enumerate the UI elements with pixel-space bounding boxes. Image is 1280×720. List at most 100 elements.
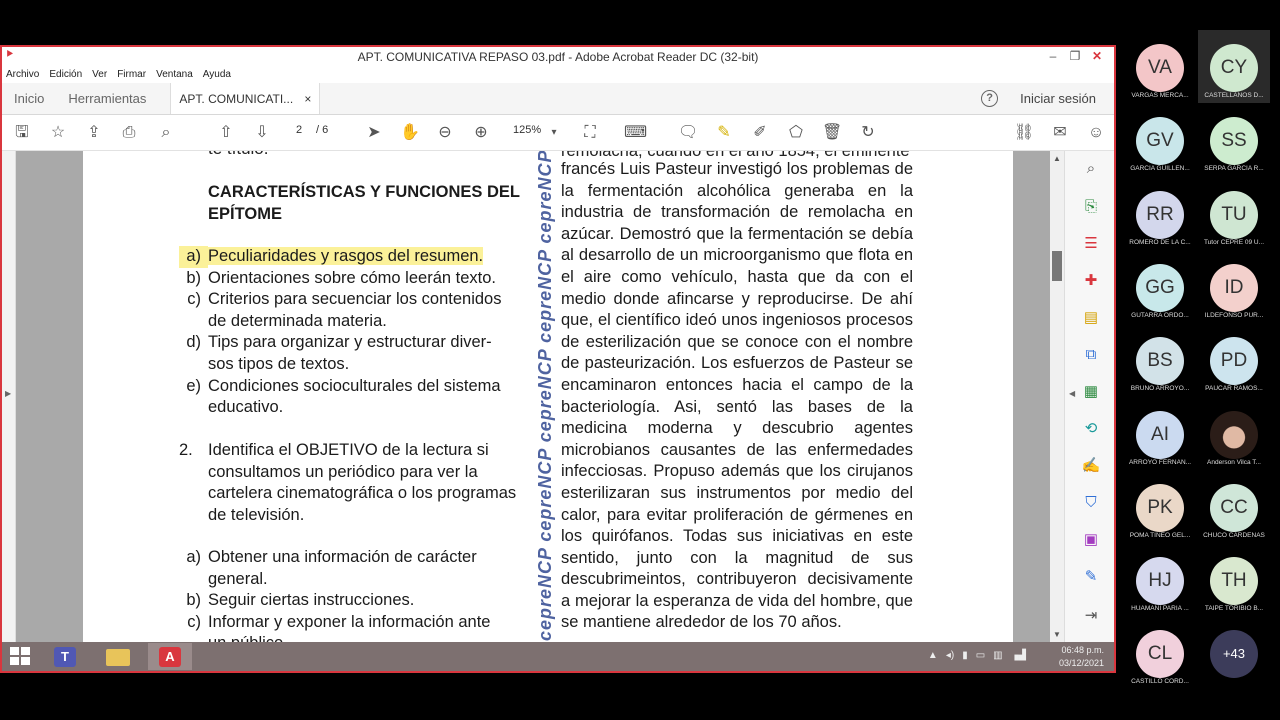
- scroll-mode-icon[interactable]: ⌨: [624, 123, 647, 143]
- fill-sign-icon[interactable]: ✍: [1081, 456, 1101, 476]
- participant-name: PAUCAR RAMOS...: [1205, 385, 1263, 393]
- signin-button[interactable]: Iniciar sesión: [1020, 91, 1096, 106]
- email-icon[interactable]: ✉: [1050, 123, 1070, 143]
- vertical-scrollbar[interactable]: ▲ ▼: [1050, 151, 1064, 642]
- participant-tile[interactable]: PD PAUCAR RAMOS...: [1198, 323, 1270, 396]
- notification-icon[interactable]: ▥: [993, 650, 1002, 661]
- search-icon[interactable]: ⌕: [1081, 159, 1101, 179]
- scrollbar-thumb[interactable]: [1052, 251, 1062, 281]
- zoom-in-icon[interactable]: ⊕: [471, 123, 491, 143]
- participant-tile[interactable]: TH TAIPE TORIBIO B...: [1198, 543, 1270, 616]
- page-number-input[interactable]: 2: [296, 124, 302, 136]
- menu-ayuda[interactable]: Ayuda: [203, 69, 231, 80]
- edit-pdf-icon[interactable]: ✚: [1081, 271, 1101, 291]
- delete-icon[interactable]: 🗑: [822, 123, 842, 143]
- organize-pages-icon[interactable]: ▦: [1081, 382, 1101, 402]
- left-panel-toggle[interactable]: ▶: [2, 151, 16, 642]
- participant-tile[interactable]: Anderson Vilca T...: [1198, 397, 1270, 470]
- comment-panel-icon[interactable]: ▤: [1081, 308, 1101, 328]
- participant-name: CASTELLANOS D...: [1204, 92, 1264, 99]
- expand-left-chevron-icon[interactable]: ▶: [5, 389, 11, 398]
- close-button[interactable]: ✕: [1086, 47, 1108, 65]
- page-fit-icon[interactable]: ⛶: [580, 123, 600, 143]
- participant-tile[interactable]: SS SERPA GARCIA R...: [1198, 103, 1270, 176]
- menu-edicion[interactable]: Edición: [49, 69, 82, 80]
- comment-icon[interactable]: 🗨: [678, 123, 698, 143]
- participant-tile[interactable]: ID ILDEFONSO PUR...: [1198, 250, 1270, 323]
- participant-tile[interactable]: VA VARGAS MERCA...: [1124, 30, 1196, 103]
- option-text: de determinada materia.: [208, 311, 387, 330]
- draw-icon[interactable]: ✐: [750, 123, 770, 143]
- combine-files-icon[interactable]: ⧉: [1081, 345, 1101, 365]
- zoom-out-icon[interactable]: ⊖: [435, 123, 455, 143]
- scroll-down-icon[interactable]: ▼: [1053, 630, 1061, 639]
- watermark-strip: cepreNCP cepreNCP cepreNCP cepreNCP cepr…: [535, 151, 557, 642]
- link-icon[interactable]: ⛓: [1014, 123, 1034, 143]
- menu-archivo[interactable]: Archivo: [6, 69, 39, 80]
- participant-tile[interactable]: AI ARROYO FERNAN...: [1124, 397, 1196, 470]
- next-page-icon[interactable]: ⇩: [252, 123, 272, 143]
- file-explorer-icon[interactable]: [94, 643, 138, 670]
- hand-tool-icon[interactable]: ✋: [400, 123, 420, 143]
- export-pdf-icon[interactable]: ⎘: [1081, 197, 1101, 217]
- list-item: b) Seguir ciertas instrucciones.: [179, 590, 539, 612]
- network-icon[interactable]: ▮: [962, 650, 968, 661]
- rotate-icon[interactable]: ↻: [858, 123, 878, 143]
- participant-name: ILDEFONSO PUR...: [1204, 311, 1264, 319]
- share-user-icon[interactable]: ☺: [1086, 123, 1106, 143]
- scroll-up-icon[interactable]: ▲: [1053, 154, 1061, 163]
- participant-tile[interactable]: BS BRUNO ARROYO...: [1124, 323, 1196, 396]
- tray-chevron-icon[interactable]: ▲: [928, 650, 938, 661]
- menu-firmar[interactable]: Firmar: [117, 69, 146, 80]
- scan-icon[interactable]: ⟲: [1081, 419, 1101, 439]
- menu-ventana[interactable]: Ventana: [156, 69, 193, 80]
- forms-icon[interactable]: ▣: [1081, 530, 1101, 550]
- teams-app-icon[interactable]: T: [42, 643, 86, 670]
- collapse-panel-icon[interactable]: ⇥: [1081, 606, 1101, 626]
- zoom-level-select[interactable]: 125%: [513, 124, 541, 136]
- menu-ver[interactable]: Ver: [92, 69, 107, 80]
- tab-close-icon[interactable]: ×: [304, 92, 311, 106]
- print-icon[interactable]: ⎙: [119, 123, 139, 143]
- save-icon[interactable]: 🖫: [12, 123, 32, 143]
- participant-tile[interactable]: CY CASTELLANOS D...: [1198, 30, 1270, 103]
- help-icon[interactable]: ?: [981, 90, 999, 107]
- windows-start-icon[interactable]: [10, 647, 32, 667]
- zoom-dropdown-chevron-icon[interactable]: ▾: [544, 123, 564, 143]
- tab-inicio[interactable]: Inicio: [2, 83, 56, 114]
- stamp-icon[interactable]: ⬠: [786, 123, 806, 143]
- highlight-icon[interactable]: ✎: [714, 123, 734, 143]
- select-cursor-icon[interactable]: ➤: [364, 123, 384, 143]
- clock[interactable]: 06:48 p.m. 03/12/2021: [1059, 644, 1104, 670]
- maximize-button[interactable]: ❐: [1064, 47, 1086, 65]
- more-tools-icon[interactable]: ✎: [1081, 567, 1101, 587]
- upload-icon[interactable]: ⇪: [84, 123, 104, 143]
- battery-icon[interactable]: ▭: [976, 650, 985, 661]
- signal-icon[interactable]: ▗▟: [1011, 650, 1026, 661]
- tab-herramientas[interactable]: Herramientas: [56, 83, 158, 114]
- prev-page-icon[interactable]: ⇧: [216, 123, 236, 143]
- option-text: Condiciones socioculturales del sistema: [208, 376, 501, 395]
- minimize-button[interactable]: ‒: [1042, 47, 1064, 65]
- participant-tile[interactable]: GG GUTARRA ORDÓ...: [1124, 250, 1196, 323]
- participant-name: HUAMANI PARIA ...: [1131, 605, 1189, 613]
- participant-tile[interactable]: CC CHUCO CARDENAS: [1198, 470, 1270, 543]
- protect-icon[interactable]: ⛉: [1081, 493, 1101, 513]
- participant-avatar: HJ: [1136, 557, 1184, 606]
- participant-tile[interactable]: GV GARCIA GUILLEN...: [1124, 103, 1196, 176]
- more-participants-button[interactable]: +43: [1210, 630, 1258, 679]
- participant-tile[interactable]: TU Tutor CEPRE 09 U...: [1198, 177, 1270, 250]
- acrobat-taskbar-icon[interactable]: A: [148, 643, 192, 670]
- screen: ⯈ APT. COMUNICATIVA REPASO 03.pdf - Adob…: [0, 0, 1280, 720]
- participant-tile[interactable]: PK POMA TINEO GEL...: [1124, 470, 1196, 543]
- create-pdf-icon[interactable]: ☰: [1081, 234, 1101, 254]
- participant-tile[interactable]: HJ HUAMANI PARIA ...: [1124, 543, 1196, 616]
- collapse-right-chevron-icon[interactable]: ◀: [1069, 389, 1075, 398]
- find-icon[interactable]: ⌕: [156, 123, 176, 143]
- volume-icon[interactable]: ◂): [946, 650, 954, 661]
- tab-document[interactable]: APT. COMUNICATI... ×: [170, 83, 321, 114]
- participant-tile[interactable]: RR ROMERO DE LA C...: [1124, 177, 1196, 250]
- participant-tile[interactable]: CL CASTILLO CORD...: [1124, 616, 1196, 689]
- bookmark-star-icon[interactable]: ☆: [48, 123, 68, 143]
- reading-text: francés Luis Pasteur investigó los probl…: [561, 160, 913, 632]
